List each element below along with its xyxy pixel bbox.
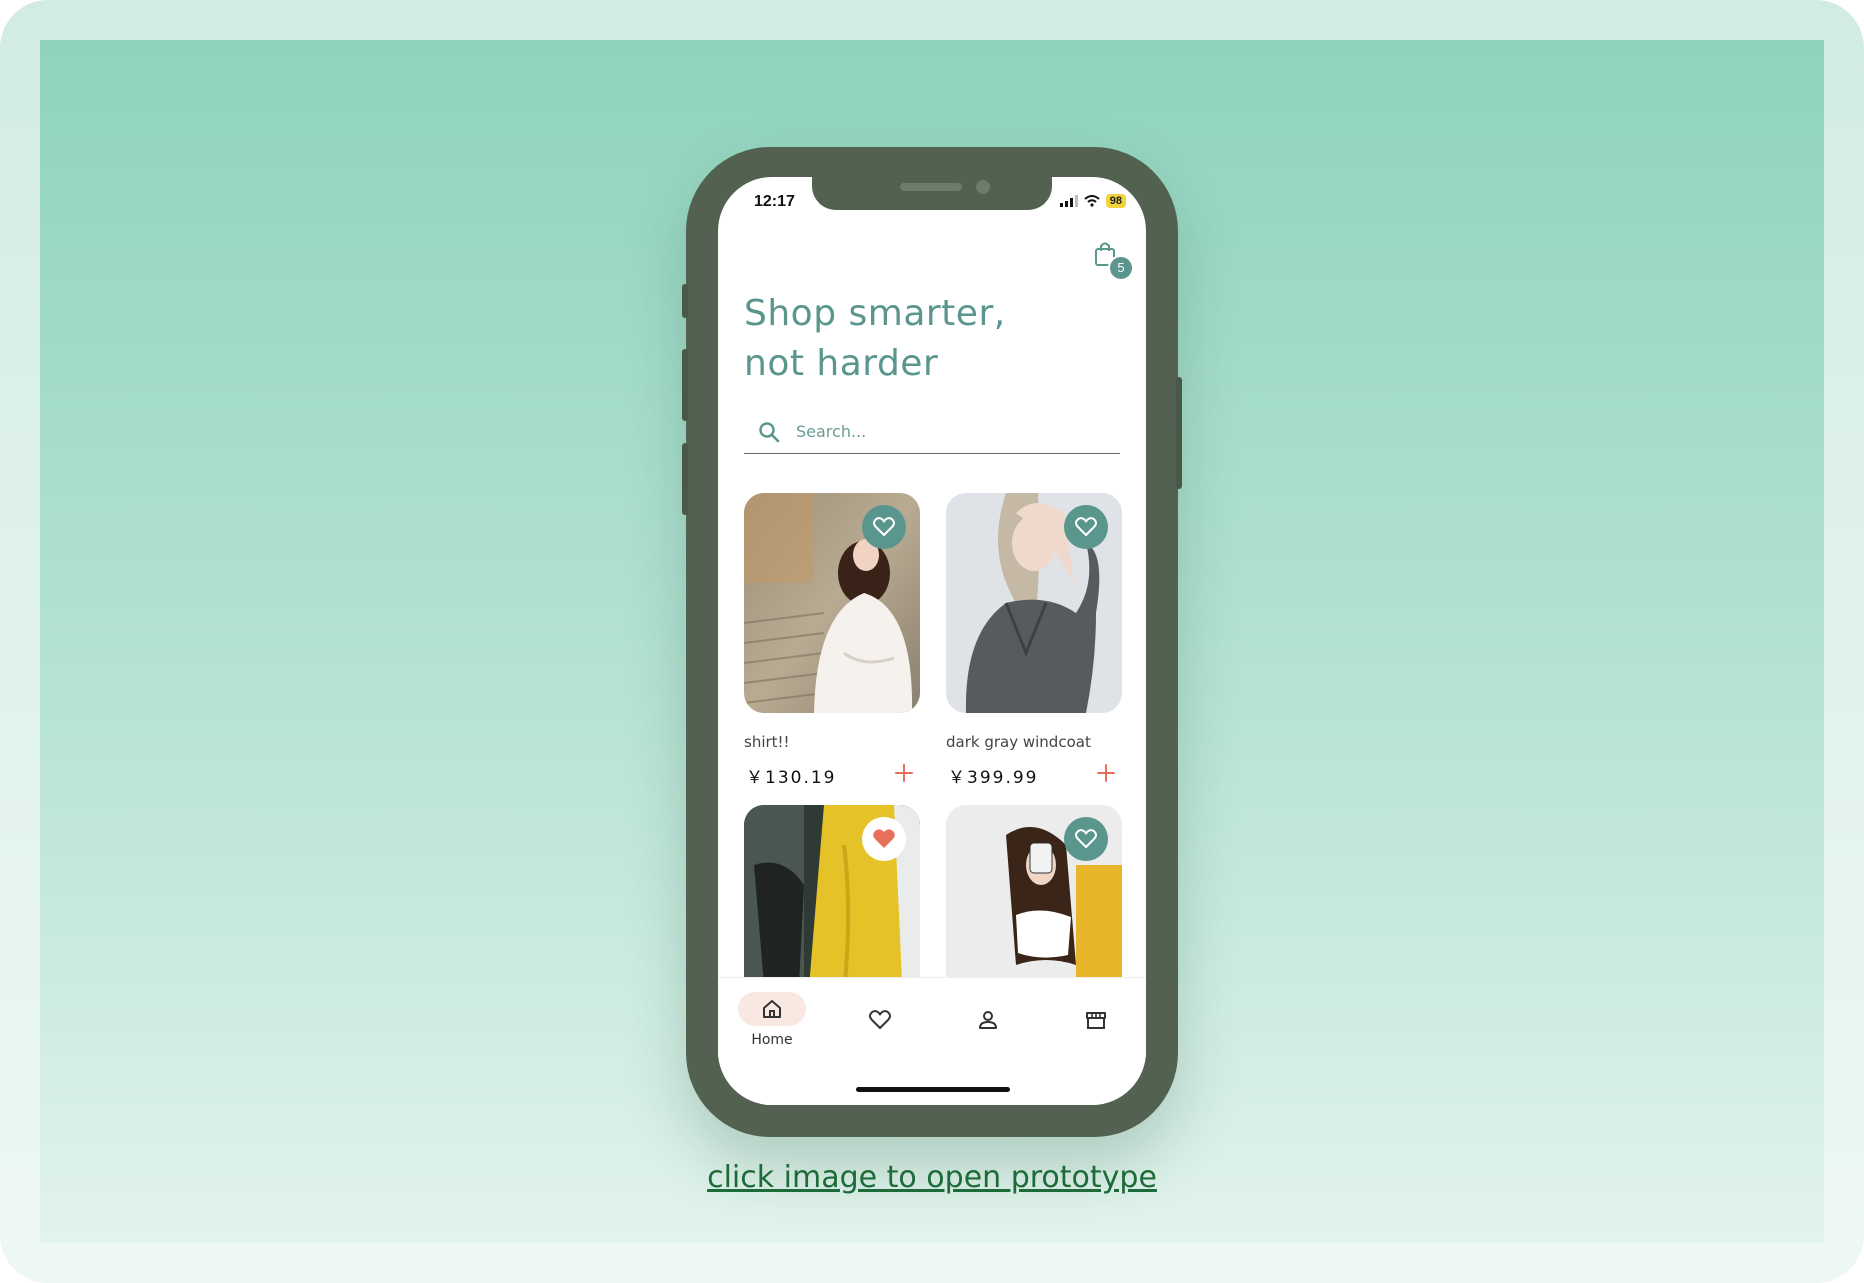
product-price: ￥130.19 bbox=[746, 768, 837, 788]
battery-indicator: 98 bbox=[1105, 194, 1126, 208]
cart-count-badge: 5 bbox=[1108, 255, 1134, 281]
heart-outline-icon bbox=[1075, 829, 1097, 848]
product-card[interactable] bbox=[946, 805, 1122, 1025]
status-time: 12:17 bbox=[754, 193, 795, 210]
search-bar[interactable] bbox=[744, 409, 1120, 454]
product-card[interactable]: dark gray windcoat ￥399.99 bbox=[946, 493, 1122, 793]
page-title: Shop smarter, not harder bbox=[744, 289, 1006, 389]
favorite-button[interactable] bbox=[1064, 505, 1108, 549]
cart-button[interactable]: 5 bbox=[1094, 241, 1134, 281]
heart-filled-icon bbox=[873, 829, 895, 848]
favorite-button[interactable] bbox=[1064, 817, 1108, 861]
front-camera bbox=[976, 180, 990, 194]
product-card[interactable] bbox=[744, 805, 920, 1025]
phone-notch bbox=[812, 177, 1052, 210]
signal-icon bbox=[1059, 195, 1078, 207]
home-indicator[interactable] bbox=[856, 1087, 1010, 1092]
status-indicators: 98 bbox=[1059, 194, 1126, 208]
headline-line-1: Shop smarter, bbox=[744, 293, 1006, 334]
open-prototype-link[interactable]: click image to open prototype bbox=[0, 1160, 1864, 1195]
speaker-grille bbox=[900, 183, 962, 191]
heart-outline-icon bbox=[873, 517, 895, 536]
phone-volume-up-button bbox=[682, 349, 688, 421]
phone-mockup[interactable]: 12:17 98 5 Shop smarter, not harder Sear… bbox=[682, 147, 1182, 1137]
wifi-icon bbox=[1084, 195, 1100, 207]
tab-profile[interactable] bbox=[952, 992, 1024, 1052]
product-name: shirt!! bbox=[744, 733, 790, 751]
headline-line-2: not harder bbox=[744, 343, 939, 384]
product-price: ￥399.99 bbox=[948, 768, 1039, 788]
tab-store[interactable] bbox=[1060, 992, 1132, 1052]
add-to-cart-icon[interactable] bbox=[1094, 761, 1118, 785]
search-icon bbox=[759, 422, 780, 443]
tab-home-label: Home bbox=[751, 1032, 793, 1048]
phone-screen: 12:17 98 5 Shop smarter, not harder Sear… bbox=[718, 177, 1146, 1105]
phone-action-button bbox=[682, 284, 688, 318]
favorite-button[interactable] bbox=[862, 817, 906, 861]
product-name: dark gray windcoat bbox=[946, 733, 1091, 751]
product-card[interactable]: shirt!! ￥130.19 bbox=[744, 493, 920, 793]
store-icon bbox=[1086, 1012, 1106, 1029]
home-icon bbox=[763, 1000, 781, 1018]
user-icon bbox=[979, 1011, 997, 1029]
bottom-tab-bar: Home bbox=[718, 977, 1146, 1105]
search-input[interactable] bbox=[794, 417, 1098, 445]
heart-outline-icon bbox=[1075, 517, 1097, 536]
add-to-cart-icon[interactable] bbox=[892, 761, 916, 785]
phone-power-button bbox=[1176, 377, 1182, 489]
tab-favorites[interactable] bbox=[844, 992, 916, 1052]
favorite-button[interactable] bbox=[862, 505, 906, 549]
tab-home[interactable]: Home bbox=[736, 992, 808, 1052]
heart-icon bbox=[869, 1010, 891, 1029]
phone-volume-down-button bbox=[682, 443, 688, 515]
